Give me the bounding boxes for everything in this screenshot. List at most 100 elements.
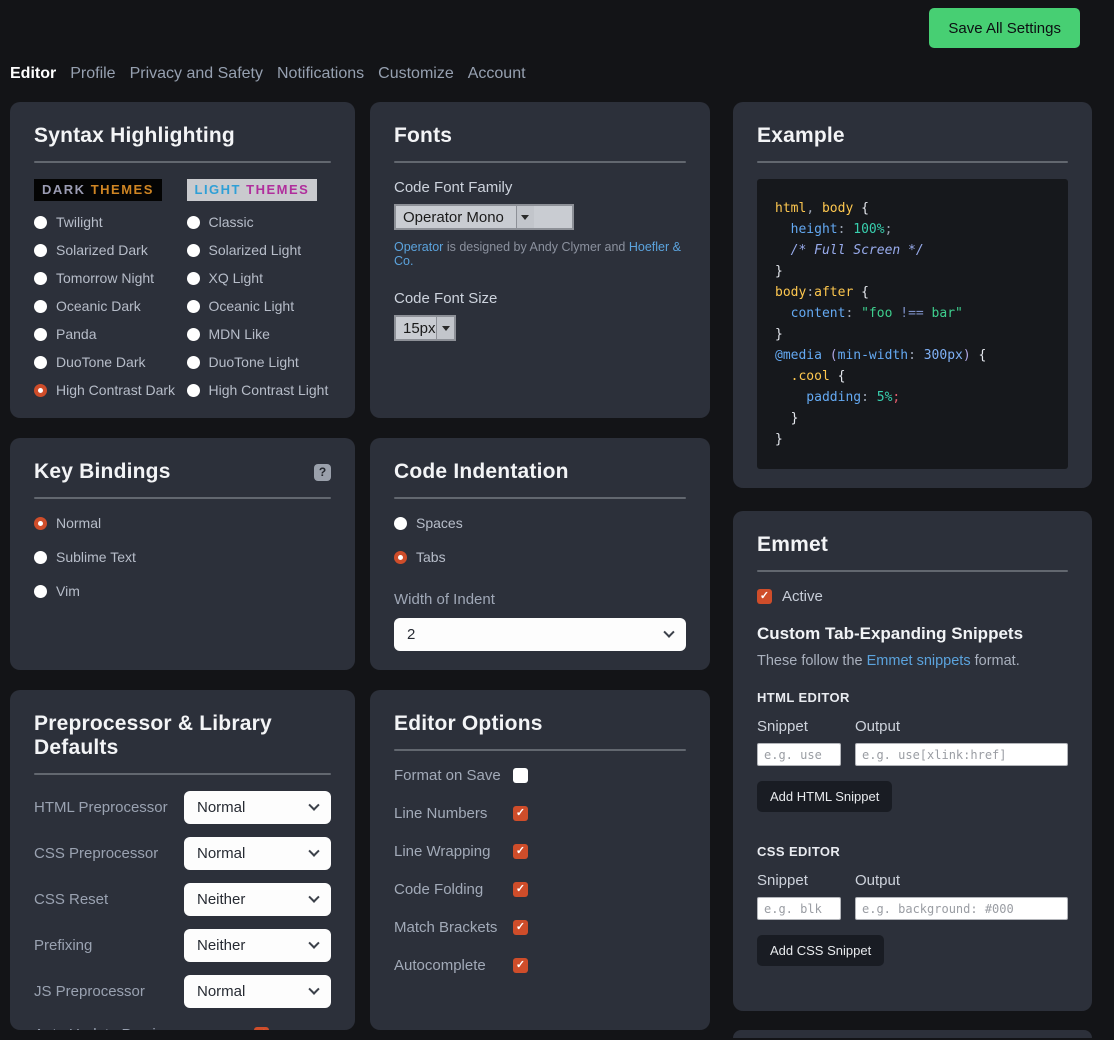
- emmet-sections: HTML EDITORSnippetOutputAdd HTML Snippet…: [757, 690, 1068, 979]
- radio-selected[interactable]: [34, 384, 47, 397]
- keybinding-option-sublime-text[interactable]: Sublime Text: [34, 549, 331, 565]
- tab-profile[interactable]: Profile: [70, 65, 115, 83]
- checkbox-checked[interactable]: [757, 589, 772, 604]
- select-value: Operator Mono: [403, 209, 504, 226]
- divider: [757, 570, 1068, 572]
- light-theme-option-classic[interactable]: Classic: [187, 214, 332, 230]
- badge-word: LIGHT: [195, 182, 242, 197]
- radio-unselected[interactable]: [187, 328, 200, 341]
- dark-theme-option-panda[interactable]: Panda: [34, 326, 179, 342]
- keybinding-option-normal[interactable]: Normal: [34, 515, 331, 531]
- tab-editor[interactable]: Editor: [10, 65, 56, 83]
- default-label: HTML Preprocessor: [34, 799, 184, 816]
- dark-theme-option-twilight[interactable]: Twilight: [34, 214, 179, 230]
- output-input[interactable]: [855, 743, 1068, 766]
- light-theme-option-high-contrast-light[interactable]: High Contrast Light: [187, 382, 332, 398]
- radio-unselected[interactable]: [34, 328, 47, 341]
- radio-unselected[interactable]: [187, 216, 200, 229]
- save-all-settings-button[interactable]: Save All Settings: [929, 8, 1080, 48]
- badge-word: DARK: [42, 182, 86, 197]
- light-theme-option-solarized-light[interactable]: Solarized Light: [187, 242, 332, 258]
- width-of-indent-select[interactable]: 2: [394, 618, 686, 651]
- tab-notifications[interactable]: Notifications: [277, 65, 364, 83]
- add-html-snippet-button[interactable]: Add HTML Snippet: [757, 781, 892, 812]
- light-theme-label: DuoTone Light: [209, 354, 299, 370]
- default-row-html-preprocessor: HTML Preprocessor Normal: [34, 791, 331, 824]
- radio-unselected[interactable]: [34, 356, 47, 369]
- link-operator[interactable]: Operator: [394, 240, 443, 254]
- panel-title: Key Bindings: [34, 460, 171, 484]
- dark-theme-list: Twilight Solarized Dark Tomorrow Night Ocea…: [34, 214, 179, 398]
- html-preprocessor-select[interactable]: Normal: [184, 791, 331, 824]
- radio-unselected[interactable]: [34, 551, 47, 564]
- checkbox-checked[interactable]: [513, 806, 528, 821]
- dark-theme-option-high-contrast-dark[interactable]: High Contrast Dark: [34, 382, 179, 398]
- radio-unselected[interactable]: [34, 585, 47, 598]
- code-font-size-select[interactable]: 15px: [394, 315, 456, 341]
- css-preprocessor-select[interactable]: Normal: [184, 837, 331, 870]
- select-value: Normal: [197, 799, 245, 816]
- light-theme-option-duotone-light[interactable]: DuoTone Light: [187, 354, 332, 370]
- tab-customize[interactable]: Customize: [378, 65, 454, 83]
- radio-unselected[interactable]: [187, 300, 200, 313]
- light-theme-option-xq-light[interactable]: XQ Light: [187, 270, 332, 286]
- auto-update-preview-label: Auto Update Preview: [34, 1026, 254, 1030]
- dark-theme-option-solarized-dark[interactable]: Solarized Dark: [34, 242, 179, 258]
- radio-unselected[interactable]: [34, 244, 47, 257]
- link-emmet-snippets[interactable]: Emmet snippets: [867, 653, 971, 669]
- radio-unselected[interactable]: [34, 272, 47, 285]
- snippet-inputs-row: [757, 897, 1068, 920]
- keybinding-label: Normal: [56, 515, 101, 531]
- indent-type-label: Spaces: [416, 515, 463, 531]
- js-preprocessor-select[interactable]: Normal: [184, 975, 331, 1008]
- snippet-input[interactable]: [757, 743, 841, 766]
- tab-account[interactable]: Account: [468, 65, 526, 83]
- output-input[interactable]: [855, 897, 1068, 920]
- checkbox-checked[interactable]: [513, 844, 528, 859]
- snippet-input[interactable]: [757, 897, 841, 920]
- checkbox-checked[interactable]: [513, 958, 528, 973]
- indent-type-label: Tabs: [416, 549, 446, 565]
- editor-option-autocomplete: Autocomplete: [394, 957, 686, 974]
- emmet-section-css-editor: CSS EDITORSnippetOutputAdd CSS Snippet: [757, 844, 1068, 979]
- chevron-down-icon: [308, 937, 319, 948]
- checkbox-checked[interactable]: [513, 882, 528, 897]
- radio-selected[interactable]: [394, 551, 407, 564]
- prefixing-select[interactable]: Neither: [184, 929, 331, 962]
- radio-selected[interactable]: [34, 517, 47, 530]
- editor-option-label: Line Wrapping: [394, 843, 513, 860]
- emmet-active-label: Active: [782, 588, 823, 605]
- light-theme-option-mdn-like[interactable]: MDN Like: [187, 326, 332, 342]
- light-theme-label: Classic: [209, 214, 254, 230]
- css-reset-select[interactable]: Neither: [184, 883, 331, 916]
- dark-themes-badge: DARK THEMES: [34, 179, 162, 201]
- dark-theme-option-duotone-dark[interactable]: DuoTone Dark: [34, 354, 179, 370]
- dark-theme-option-tomorrow-night[interactable]: Tomorrow Night: [34, 270, 179, 286]
- radio-unselected[interactable]: [394, 517, 407, 530]
- snippet-inputs-row: [757, 743, 1068, 766]
- keybinding-option-vim[interactable]: Vim: [34, 583, 331, 599]
- checkbox-checked[interactable]: [513, 920, 528, 935]
- code-font-family-select[interactable]: Operator Mono: [394, 204, 574, 230]
- code-font-family-label: Code Font Family: [394, 179, 686, 196]
- dark-theme-label: Twilight: [56, 214, 103, 230]
- add-css-snippet-button[interactable]: Add CSS Snippet: [757, 935, 884, 966]
- radio-unselected[interactable]: [187, 356, 200, 369]
- checkbox-unchecked[interactable]: [513, 768, 528, 783]
- help-icon[interactable]: ?: [314, 464, 331, 481]
- dark-theme-option-oceanic-dark[interactable]: Oceanic Dark: [34, 298, 179, 314]
- light-theme-option-oceanic-light[interactable]: Oceanic Light: [187, 298, 332, 314]
- radio-unselected[interactable]: [34, 300, 47, 313]
- indent-type-option-tabs[interactable]: Tabs: [394, 549, 686, 565]
- radio-unselected[interactable]: [187, 384, 200, 397]
- tab-privacy-and-safety[interactable]: Privacy and Safety: [130, 65, 263, 83]
- radio-unselected[interactable]: [34, 216, 47, 229]
- checkbox-checked[interactable]: [254, 1027, 269, 1030]
- key-bindings-panel: Key Bindings ? Normal Sublime Text Vim: [10, 438, 355, 670]
- editor-option-label: Format on Save: [394, 767, 513, 784]
- code-line: /* Full Screen */: [775, 240, 1050, 261]
- indent-type-option-spaces[interactable]: Spaces: [394, 515, 686, 531]
- radio-unselected[interactable]: [187, 272, 200, 285]
- radio-unselected[interactable]: [187, 244, 200, 257]
- editor-option-code-folding: Code Folding: [394, 881, 686, 898]
